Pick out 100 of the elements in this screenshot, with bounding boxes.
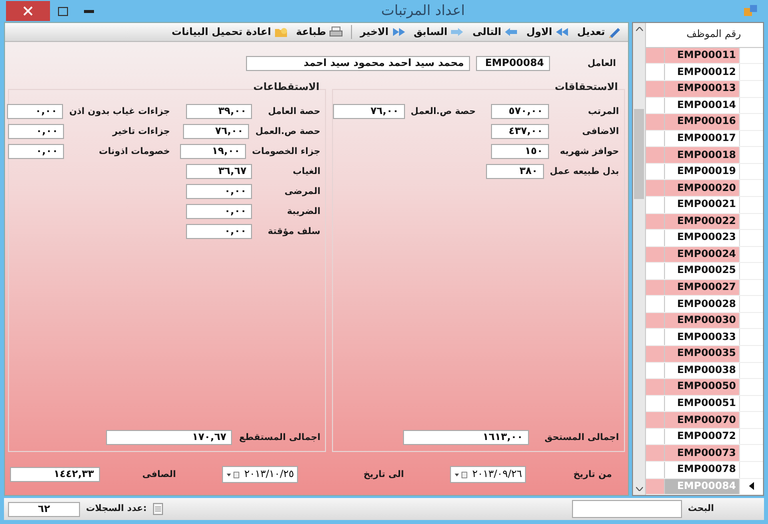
total-field[interactable]: ١٧٠,٦٧	[106, 430, 232, 445]
amount-field[interactable]: ٠,٠٠	[186, 224, 252, 239]
employee-code-cell[interactable]: EMP00024	[665, 246, 739, 262]
row-header-cell[interactable]	[646, 214, 665, 230]
to-date-picker[interactable]: ٢٠١٣/١٠/٢٥	[222, 466, 298, 483]
row-header-cell[interactable]	[646, 114, 665, 130]
net-label: الصافى	[141, 468, 176, 480]
employee-code-cell[interactable]: EMP00022	[665, 214, 739, 230]
field-label: حصة العامل	[266, 106, 320, 118]
employee-code-field[interactable]: EMP00084	[476, 56, 550, 71]
double-arrow-icon	[555, 26, 570, 38]
employee-label: العامل	[586, 58, 616, 70]
column-header: رقم الموظف	[686, 29, 741, 40]
app-icon	[744, 5, 758, 17]
amount-field[interactable]: ٠,٠٠	[186, 204, 252, 219]
field-label: الغياب	[292, 166, 320, 178]
amount-field[interactable]: ٣٦,٦٧	[186, 164, 252, 179]
total-label: اجمالى المستحق	[543, 432, 619, 444]
double-arrow-icon	[392, 26, 406, 38]
total-field[interactable]: ١٦١٣,٠٠	[403, 430, 529, 445]
close-icon	[23, 6, 33, 16]
printer-icon	[329, 26, 344, 38]
amount-field[interactable]: ٠,٠٠	[7, 104, 64, 119]
employee-code-cell[interactable]: EMP00020	[665, 180, 739, 196]
row-header-cell[interactable]	[646, 412, 665, 428]
field-label: جزاءات غياب بدون اذن	[69, 106, 170, 118]
toolbar-button[interactable]: الاول	[526, 26, 570, 38]
close-button[interactable]	[6, 1, 50, 21]
row-header-cell[interactable]	[646, 478, 665, 494]
employee-code-cell[interactable]: EMP00013	[665, 81, 739, 97]
arrow-icon	[504, 26, 518, 38]
row-header-cell[interactable]	[646, 180, 665, 196]
employee-code-cell[interactable]: EMP00016	[665, 114, 739, 130]
row-header-cell[interactable]	[646, 48, 665, 64]
group-title: الاستقطاعات	[253, 82, 320, 93]
toolbar-button[interactable]: التالى	[472, 26, 518, 38]
row-header-cell[interactable]	[646, 312, 665, 328]
row-header-cell[interactable]	[646, 246, 665, 262]
employee-code-cell[interactable]: EMP00027	[665, 280, 739, 296]
field-label: حصة ص.العمل	[410, 106, 476, 118]
search-field[interactable]	[572, 500, 682, 518]
group-title: الاستحقاقات	[554, 82, 618, 93]
amount-field[interactable]: ١٩,٠٠	[180, 144, 246, 159]
record-count-field: ٦٢	[8, 502, 80, 516]
folder-icon	[274, 26, 288, 38]
employee-code-cell[interactable]: EMP00035	[665, 346, 739, 362]
document-icon	[152, 503, 163, 515]
toolbar-button[interactable]: الاخير	[360, 26, 406, 38]
search-label: البحث	[688, 503, 714, 515]
scrollbar[interactable]	[633, 23, 646, 495]
pencil-icon	[608, 26, 622, 38]
net-field[interactable]: ١٤٤٢,٣٣	[10, 467, 100, 482]
field-label: حوافز شهريه	[558, 146, 619, 158]
field-label: بدل طبيعه عمل	[550, 166, 619, 178]
row-header-cell[interactable]	[646, 445, 665, 461]
field-label: جزاءات تاخير	[111, 126, 170, 138]
employee-code-cell[interactable]: EMP00050	[665, 379, 739, 395]
arrow-icon	[450, 26, 464, 38]
employee-code-cell[interactable]: EMP00011	[665, 48, 739, 64]
amount-field[interactable]: ٧٦,٠٠	[183, 124, 250, 139]
amount-field[interactable]: ١٥٠	[491, 144, 549, 159]
toolbar-button[interactable]: تعديل	[577, 26, 622, 38]
row-header-cell[interactable]	[646, 346, 665, 362]
employee-code-cell[interactable]: EMP00030	[665, 312, 739, 328]
field-label: الاضافى	[581, 126, 619, 138]
field-label: حصة ص.العمل	[255, 126, 320, 138]
window-title: اعداد المرتبات	[380, 3, 466, 19]
amount-field[interactable]: ٣٨٠	[486, 164, 544, 179]
row-header-cell[interactable]	[646, 147, 665, 163]
amount-field[interactable]: ٧٦,٠٠	[332, 104, 405, 119]
toolbar-button[interactable]: اعادة تحميل البيانات	[172, 26, 288, 38]
employee-code-cell[interactable]: EMP00070	[665, 412, 739, 428]
row-header-cell[interactable]	[646, 379, 665, 395]
amount-field[interactable]: ٣٩,٠٠	[186, 104, 252, 119]
amount-field[interactable]: ٠,٠٠	[186, 184, 252, 199]
amount-field[interactable]: ٥٧٠,٠٠	[491, 104, 549, 119]
scrollbar-thumb[interactable]	[634, 109, 644, 199]
field-label: المرضى	[284, 186, 320, 198]
row-header-cell[interactable]	[646, 81, 665, 97]
toolbar-button[interactable]: طباعة	[296, 26, 344, 38]
toolbar-button[interactable]: السابق	[414, 26, 464, 38]
scroll-down-icon[interactable]	[636, 487, 642, 491]
from-date-label: من تاريخ	[572, 468, 612, 480]
row-header-cell[interactable]	[646, 280, 665, 296]
employee-code-cell[interactable]: EMP00073	[665, 445, 739, 461]
scroll-up-icon[interactable]	[636, 27, 642, 31]
amount-field[interactable]: ٠,٠٠	[8, 124, 64, 139]
amount-field[interactable]: ٠,٠٠	[8, 144, 64, 159]
employee-code-cell[interactable]: EMP00018	[665, 147, 739, 163]
maximize-icon	[58, 6, 68, 16]
field-label: سلف مؤقتة	[266, 226, 320, 238]
minimize-icon	[84, 10, 94, 12]
record-count-label: عدد السجلات:	[86, 503, 147, 515]
from-date-picker[interactable]: ٢٠١٣/٠٩/٢٦	[450, 466, 526, 483]
total-label: اجمالى المستقطع	[238, 432, 320, 444]
amount-field[interactable]: ٤٣٧,٠٠	[491, 124, 549, 139]
employee-name-field[interactable]: محمد سيد احمد محمود سيد احمد	[246, 56, 470, 71]
field-label: الضريبة	[286, 206, 320, 218]
field-label: خصومات اذونات	[98, 146, 170, 158]
to-date-label: الى تاريخ	[362, 468, 404, 480]
